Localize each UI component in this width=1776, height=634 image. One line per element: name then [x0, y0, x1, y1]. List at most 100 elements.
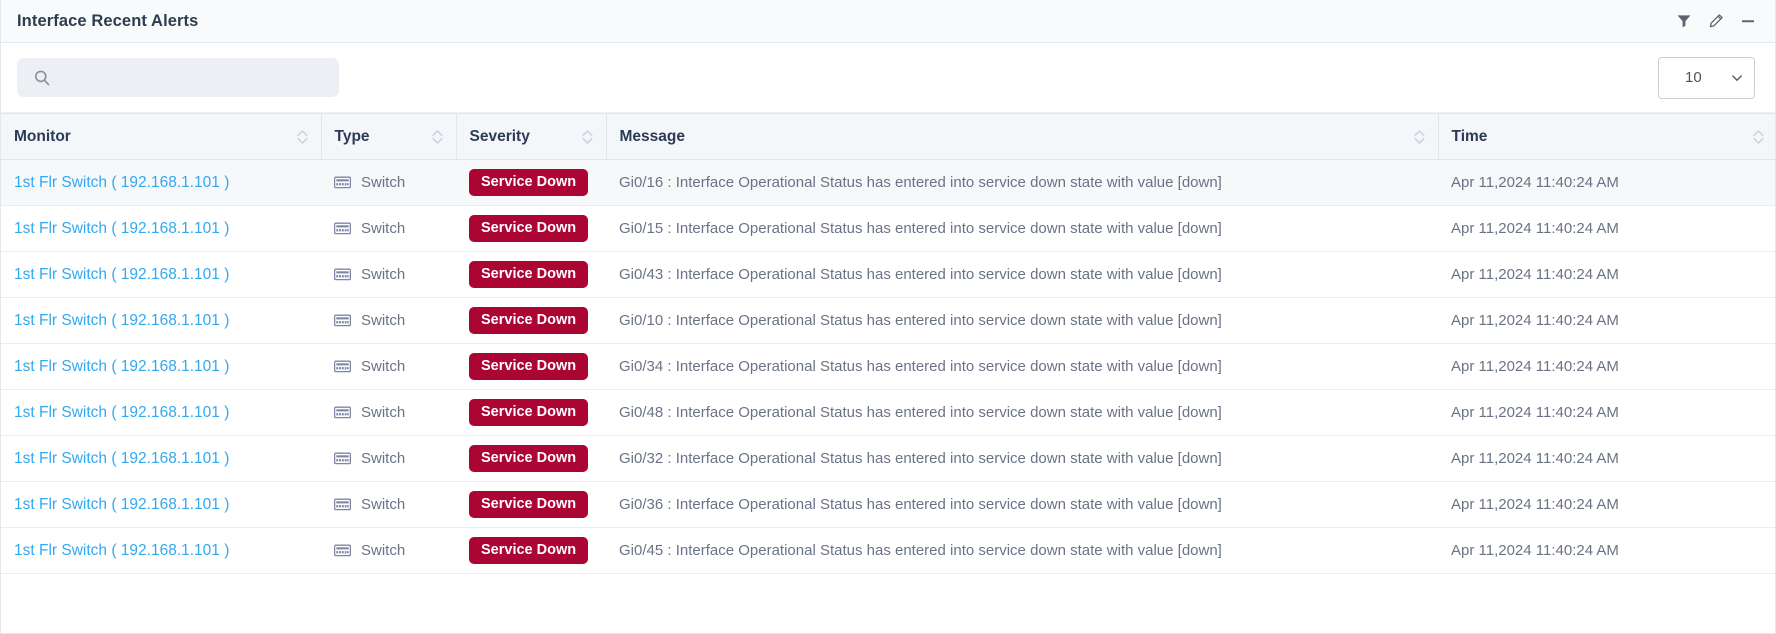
cell-severity: Service Down [456, 159, 606, 206]
cell-time: Apr 11,2024 11:40:24 AM [1438, 251, 1775, 298]
status-badge[interactable]: Service Down [469, 444, 589, 473]
table-row[interactable]: 1st Flr Switch ( 192.168.1.101 ) Switch Se… [1, 159, 1775, 206]
column-header-label: Monitor [14, 127, 71, 145]
page-size-selector: 102550100 [1658, 56, 1755, 99]
cell-severity: Service Down [456, 389, 606, 436]
status-badge[interactable]: Service Down [469, 306, 589, 335]
cell-type: Switch [321, 205, 456, 252]
type-label: Switch [361, 266, 406, 283]
page-title: Interface Recent Alerts [17, 11, 199, 30]
cell-time: Apr 11,2024 11:40:24 AM [1438, 205, 1775, 252]
cell-monitor: 1st Flr Switch ( 192.168.1.101 ) [1, 389, 321, 436]
cell-time: Apr 11,2024 11:40:24 AM [1438, 159, 1775, 206]
widget-header-actions [1675, 12, 1757, 30]
column-header-monitor[interactable]: Monitor [1, 113, 322, 160]
status-badge[interactable]: Service Down [469, 398, 589, 427]
sort-toggle-icon[interactable] [431, 127, 444, 147]
status-badge[interactable]: Service Down [469, 490, 589, 519]
cell-type: Switch [321, 389, 456, 436]
cell-severity: Service Down [456, 205, 606, 252]
table-row[interactable]: 1st Flr Switch ( 192.168.1.101 ) Switch Se… [1, 435, 1775, 482]
cell-monitor: 1st Flr Switch ( 192.168.1.101 ) [1, 159, 321, 206]
cell-monitor: 1st Flr Switch ( 192.168.1.101 ) [1, 251, 321, 298]
network-switch-icon [334, 268, 351, 281]
column-header-time[interactable]: Time [1438, 113, 1775, 160]
monitor-link[interactable]: 1st Flr Switch ( 192.168.1.101 ) [14, 358, 229, 375]
page-size-select[interactable]: 102550100 [1658, 56, 1755, 99]
alerts-table: Monitor Type Severity Message Time 1st Flr S… [1, 113, 1775, 574]
column-header-label: Time [1451, 127, 1488, 145]
cell-time: Apr 11,2024 11:40:24 AM [1438, 527, 1775, 574]
cell-severity: Service Down [456, 435, 606, 482]
cell-time: Apr 11,2024 11:40:24 AM [1438, 297, 1775, 344]
monitor-link[interactable]: 1st Flr Switch ( 192.168.1.101 ) [14, 220, 229, 237]
network-switch-icon [334, 176, 351, 189]
monitor-link[interactable]: 1st Flr Switch ( 192.168.1.101 ) [14, 496, 229, 513]
column-header-label: Severity [469, 127, 530, 145]
table-header-row: Monitor Type Severity Message Time [1, 113, 1775, 160]
cell-severity: Service Down [456, 527, 606, 574]
cell-time: Apr 11,2024 11:40:24 AM [1438, 481, 1775, 528]
monitor-link[interactable]: 1st Flr Switch ( 192.168.1.101 ) [14, 542, 229, 559]
cell-severity: Service Down [456, 481, 606, 528]
filter-icon[interactable] [1675, 12, 1693, 30]
type-label: Switch [361, 220, 406, 237]
table-row[interactable]: 1st Flr Switch ( 192.168.1.101 ) Switch Se… [1, 343, 1775, 390]
status-badge[interactable]: Service Down [469, 536, 589, 565]
sort-toggle-icon[interactable] [581, 127, 594, 147]
monitor-link[interactable]: 1st Flr Switch ( 192.168.1.101 ) [14, 174, 229, 191]
network-switch-icon [334, 406, 351, 419]
column-header-message[interactable]: Message [606, 113, 1439, 160]
network-switch-icon [334, 452, 351, 465]
sort-toggle-icon[interactable] [1413, 127, 1426, 147]
cell-message: Gi0/34 : Interface Operational Status ha… [606, 343, 1438, 390]
cell-severity: Service Down [456, 297, 606, 344]
widget-title-bar: Interface Recent Alerts [1, 0, 1775, 43]
monitor-link[interactable]: 1st Flr Switch ( 192.168.1.101 ) [14, 450, 229, 467]
type-label: Switch [361, 358, 406, 375]
table-row[interactable]: 1st Flr Switch ( 192.168.1.101 ) Switch Se… [1, 527, 1775, 574]
status-badge[interactable]: Service Down [469, 260, 589, 289]
status-badge[interactable]: Service Down [469, 352, 589, 381]
alerts-table-container[interactable]: Monitor Type Severity Message Time 1st Flr S… [1, 113, 1775, 633]
table-row[interactable]: 1st Flr Switch ( 192.168.1.101 ) Switch Se… [1, 481, 1775, 528]
cell-type: Switch [321, 297, 456, 344]
cell-message: Gi0/10 : Interface Operational Status ha… [606, 297, 1438, 344]
table-row[interactable]: 1st Flr Switch ( 192.168.1.101 ) Switch Se… [1, 297, 1775, 344]
cell-type: Switch [321, 159, 456, 206]
cell-type: Switch [321, 527, 456, 574]
cell-monitor: 1st Flr Switch ( 192.168.1.101 ) [1, 527, 321, 574]
column-header-label: Message [619, 127, 685, 145]
cell-message: Gi0/48 : Interface Operational Status ha… [606, 389, 1438, 436]
monitor-link[interactable]: 1st Flr Switch ( 192.168.1.101 ) [14, 312, 229, 329]
column-header-severity[interactable]: Severity [456, 113, 607, 160]
cell-time: Apr 11,2024 11:40:24 AM [1438, 435, 1775, 482]
status-badge[interactable]: Service Down [469, 214, 589, 243]
cell-type: Switch [321, 251, 456, 298]
network-switch-icon [334, 544, 351, 557]
monitor-link[interactable]: 1st Flr Switch ( 192.168.1.101 ) [14, 266, 229, 283]
monitor-link[interactable]: 1st Flr Switch ( 192.168.1.101 ) [14, 404, 229, 421]
search-input[interactable] [17, 58, 339, 97]
cell-monitor: 1st Flr Switch ( 192.168.1.101 ) [1, 205, 321, 252]
cell-severity: Service Down [456, 251, 606, 298]
cell-type: Switch [321, 343, 456, 390]
status-badge[interactable]: Service Down [469, 168, 589, 197]
column-header-type[interactable]: Type [321, 113, 457, 160]
search-box [17, 58, 339, 97]
table-row[interactable]: 1st Flr Switch ( 192.168.1.101 ) Switch Se… [1, 251, 1775, 298]
cell-type: Switch [321, 481, 456, 528]
cell-severity: Service Down [456, 343, 606, 390]
sort-toggle-icon[interactable] [296, 127, 309, 147]
sort-toggle-icon[interactable] [1752, 127, 1765, 147]
type-label: Switch [361, 312, 406, 329]
table-row[interactable]: 1st Flr Switch ( 192.168.1.101 ) Switch Se… [1, 205, 1775, 252]
cell-message: Gi0/32 : Interface Operational Status ha… [606, 435, 1438, 482]
minimize-icon[interactable] [1739, 12, 1757, 30]
network-switch-icon [334, 314, 351, 327]
table-row[interactable]: 1st Flr Switch ( 192.168.1.101 ) Switch Se… [1, 389, 1775, 436]
cell-message: Gi0/45 : Interface Operational Status ha… [606, 527, 1438, 574]
edit-icon[interactable] [1707, 12, 1725, 30]
network-switch-icon [334, 222, 351, 235]
cell-message: Gi0/36 : Interface Operational Status ha… [606, 481, 1438, 528]
